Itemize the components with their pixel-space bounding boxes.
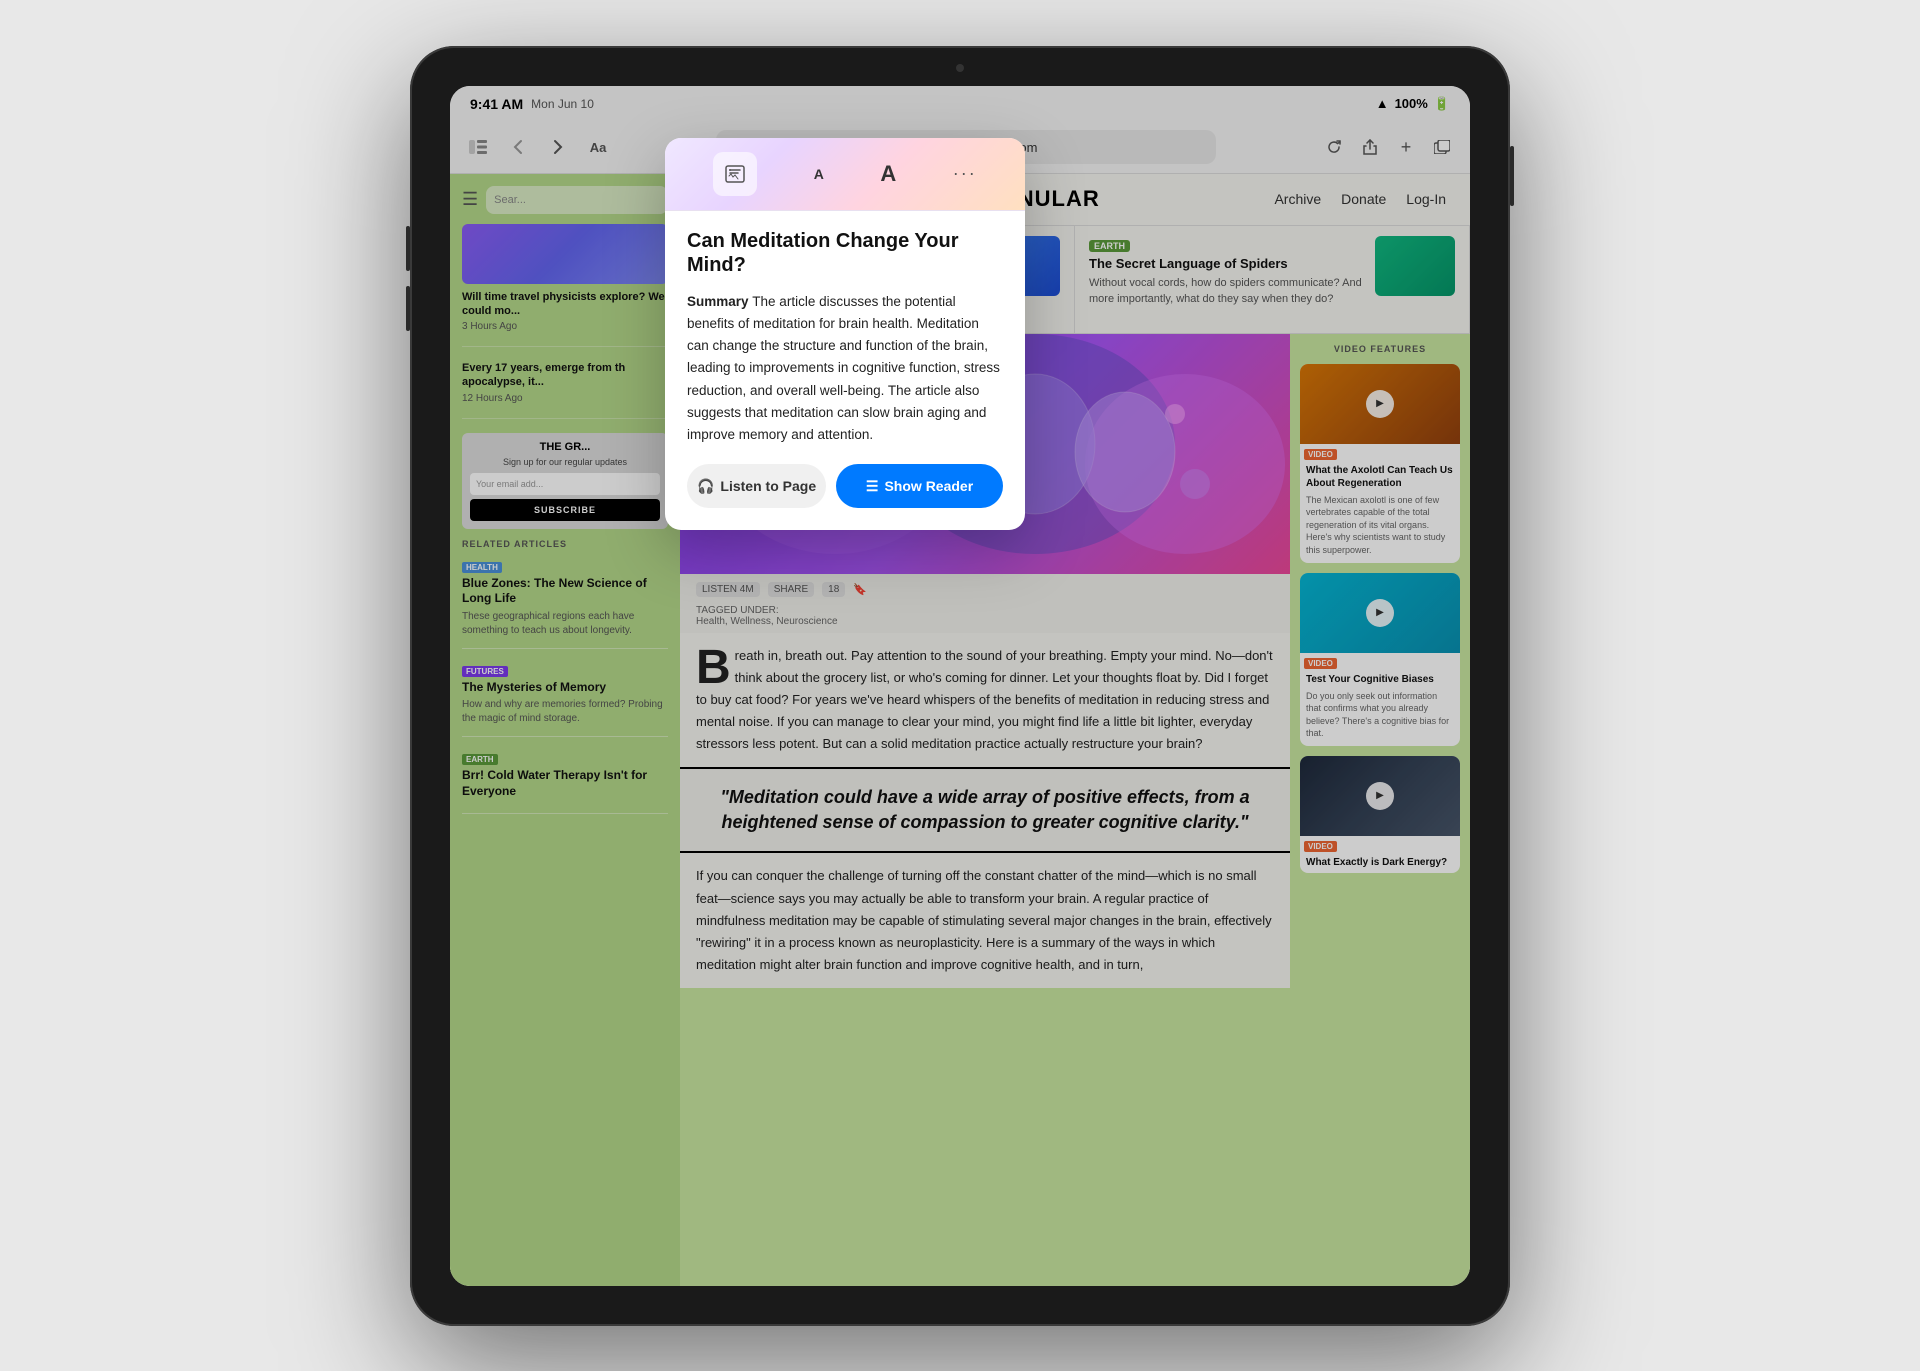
font-large-button[interactable]: A	[880, 161, 896, 187]
power-button[interactable]	[1510, 146, 1514, 206]
ipad-device: 9:41 AM Mon Jun 10 ▲ 100% 🔋	[410, 46, 1510, 1326]
popup-summary-text: The article discusses the potential bene…	[687, 294, 1000, 443]
volume-up-button[interactable]	[406, 226, 410, 271]
popup-toolbar: A A ···	[665, 138, 1025, 211]
reader-label: Show Reader	[884, 478, 973, 494]
volume-down-button[interactable]	[406, 286, 410, 331]
popup-body: Can Meditation Change Your Mind? Summary…	[665, 211, 1025, 531]
listen-to-page-button[interactable]: 🎧 Listen to Page	[687, 464, 826, 508]
reader-icon-button[interactable]	[713, 152, 757, 196]
popup-summary-label: Summary	[687, 294, 749, 309]
popup-article-title: Can Meditation Change Your Mind?	[687, 229, 1003, 277]
popup-actions: 🎧 Listen to Page ☰ Show Reader	[687, 464, 1003, 508]
font-small-button[interactable]: A	[814, 166, 824, 182]
ipad-screen: 9:41 AM Mon Jun 10 ▲ 100% 🔋	[450, 86, 1470, 1286]
show-reader-button[interactable]: ☰ Show Reader	[836, 464, 1003, 508]
headphone-icon: 🎧	[697, 478, 714, 495]
reader-popup: A A ··· Can Meditation Change Your Mind?…	[665, 138, 1025, 531]
popup-summary: Summary The article discusses the potent…	[687, 291, 1003, 447]
more-options-button[interactable]: ···	[953, 163, 977, 184]
lines-icon: ☰	[866, 478, 879, 495]
listen-label: Listen to Page	[720, 478, 816, 494]
